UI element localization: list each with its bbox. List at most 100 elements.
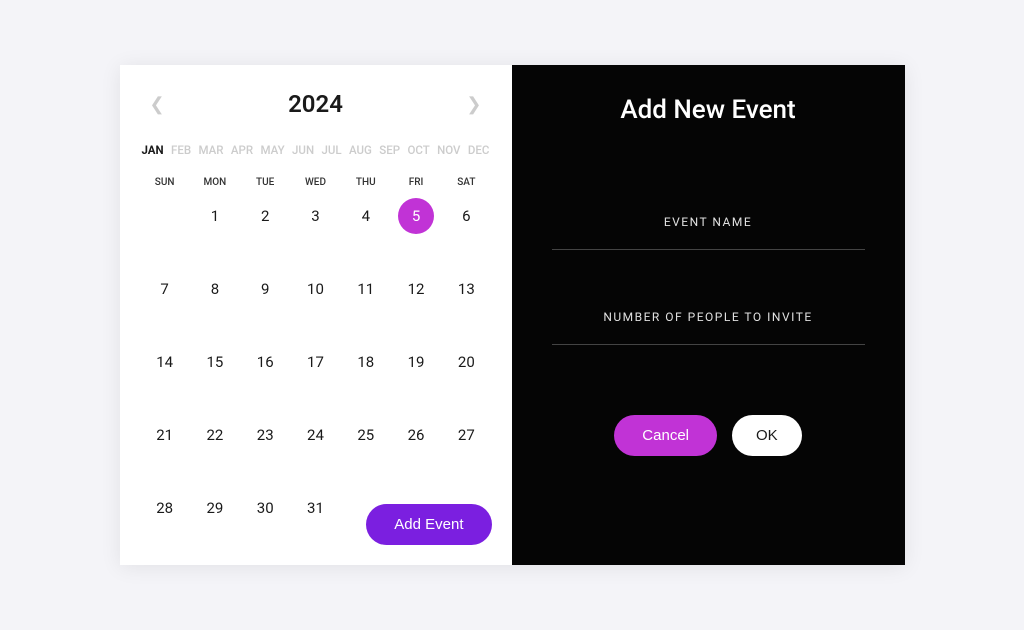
date-10[interactable]: 10 [297,271,333,307]
people-count-group: NUMBER OF PEOPLE TO INVITE [552,310,865,345]
weekday-thu: THU [341,177,391,188]
date-13[interactable]: 13 [448,271,484,307]
date-cell: 6 [441,198,491,234]
date-5[interactable]: 5 [398,198,434,234]
date-cell: 22 [190,417,240,453]
month-mar[interactable]: MAR [199,143,224,157]
date-9[interactable]: 9 [247,271,283,307]
date-7[interactable]: 7 [147,271,183,307]
date-16[interactable]: 16 [247,344,283,380]
weekday-wed: WED [290,177,340,188]
month-apr[interactable]: APR [231,143,253,157]
dates-grid: 1234567891011121314151617181920212223242… [140,198,492,545]
month-jan[interactable]: JAN [142,143,164,157]
month-jun[interactable]: JUN [292,143,314,157]
date-cell: 29 [190,490,240,526]
date-cell: 12 [391,271,441,307]
date-cell: 25 [341,417,391,453]
date-6[interactable]: 6 [448,198,484,234]
date-cell: 3 [290,198,340,234]
event-name-group: EVENT NAME [552,215,865,250]
date-21[interactable]: 21 [147,417,183,453]
date-8[interactable]: 8 [197,271,233,307]
month-aug[interactable]: AUG [349,143,372,157]
date-cell: 27 [441,417,491,453]
month-oct[interactable]: OCT [407,143,429,157]
prev-year-icon[interactable]: ❮ [150,94,165,115]
date-25[interactable]: 25 [348,417,384,453]
weekdays-row: SUNMONTUEWEDTHUFRISAT [140,177,492,188]
weekday-sat: SAT [441,177,491,188]
date-cell: 20 [441,344,491,380]
date-cell: 5 [391,198,441,234]
next-year-icon[interactable]: ❯ [466,94,481,115]
weekday-tue: TUE [240,177,290,188]
month-dec[interactable]: DEC [468,143,490,157]
date-14[interactable]: 14 [147,344,183,380]
date-cell: 17 [290,344,340,380]
date-4[interactable]: 4 [348,198,384,234]
date-empty [147,198,183,234]
date-cell: 23 [240,417,290,453]
event-name-label: EVENT NAME [552,215,865,229]
people-count-label: NUMBER OF PEOPLE TO INVITE [552,310,865,324]
date-3[interactable]: 3 [297,198,333,234]
date-cell: 18 [341,344,391,380]
date-22[interactable]: 22 [197,417,233,453]
calendar-event-container: ❮ 2024 ❯ JANFEBMARAPRMAYJUNJULAUGSEPOCTN… [120,65,905,565]
ok-button[interactable]: OK [732,415,802,456]
date-cell: 24 [290,417,340,453]
date-cell: 28 [140,490,190,526]
month-may[interactable]: MAY [260,143,284,157]
add-event-button[interactable]: Add Event [366,504,491,545]
date-30[interactable]: 30 [247,490,283,526]
date-26[interactable]: 26 [398,417,434,453]
event-panel: Add New Event EVENT NAME NUMBER OF PEOPL… [512,65,905,565]
date-27[interactable]: 27 [448,417,484,453]
date-29[interactable]: 29 [197,490,233,526]
date-cell: 1 [190,198,240,234]
event-panel-title: Add New Event [620,95,795,125]
date-cell: 26 [391,417,441,453]
date-cell: 31 [290,490,340,526]
event-name-input[interactable] [552,249,865,250]
date-24[interactable]: 24 [297,417,333,453]
date-31[interactable]: 31 [297,490,333,526]
date-20[interactable]: 20 [448,344,484,380]
date-cell: 10 [290,271,340,307]
date-11[interactable]: 11 [348,271,384,307]
year-label: 2024 [288,90,343,118]
date-15[interactable]: 15 [197,344,233,380]
date-1[interactable]: 1 [197,198,233,234]
date-cell: 21 [140,417,190,453]
date-cell: 19 [391,344,441,380]
date-cell: 13 [441,271,491,307]
date-cell: 15 [190,344,240,380]
month-nov[interactable]: NOV [437,143,460,157]
date-cell: 8 [190,271,240,307]
months-row: JAN FEB MAR APR MAY JUN JUL AUG SEP OCT NOV DEC [140,143,492,157]
date-2[interactable]: 2 [247,198,283,234]
date-cell: 11 [341,271,391,307]
date-18[interactable]: 18 [348,344,384,380]
date-cell: 2 [240,198,290,234]
date-cell: 30 [240,490,290,526]
weekday-fri: FRI [391,177,441,188]
month-jul[interactable]: JUL [321,143,341,157]
date-23[interactable]: 23 [247,417,283,453]
date-cell: 4 [341,198,391,234]
date-cell: 7 [140,271,190,307]
year-header: ❮ 2024 ❯ [140,90,492,118]
cancel-button[interactable]: Cancel [614,415,717,456]
date-17[interactable]: 17 [297,344,333,380]
date-19[interactable]: 19 [398,344,434,380]
date-28[interactable]: 28 [147,490,183,526]
month-feb[interactable]: FEB [171,143,191,157]
month-sep[interactable]: SEP [379,143,400,157]
weekday-sun: SUN [140,177,190,188]
weekday-mon: MON [190,177,240,188]
date-12[interactable]: 12 [398,271,434,307]
date-cell: 16 [240,344,290,380]
date-cell: 14 [140,344,190,380]
people-count-input[interactable] [552,344,865,345]
